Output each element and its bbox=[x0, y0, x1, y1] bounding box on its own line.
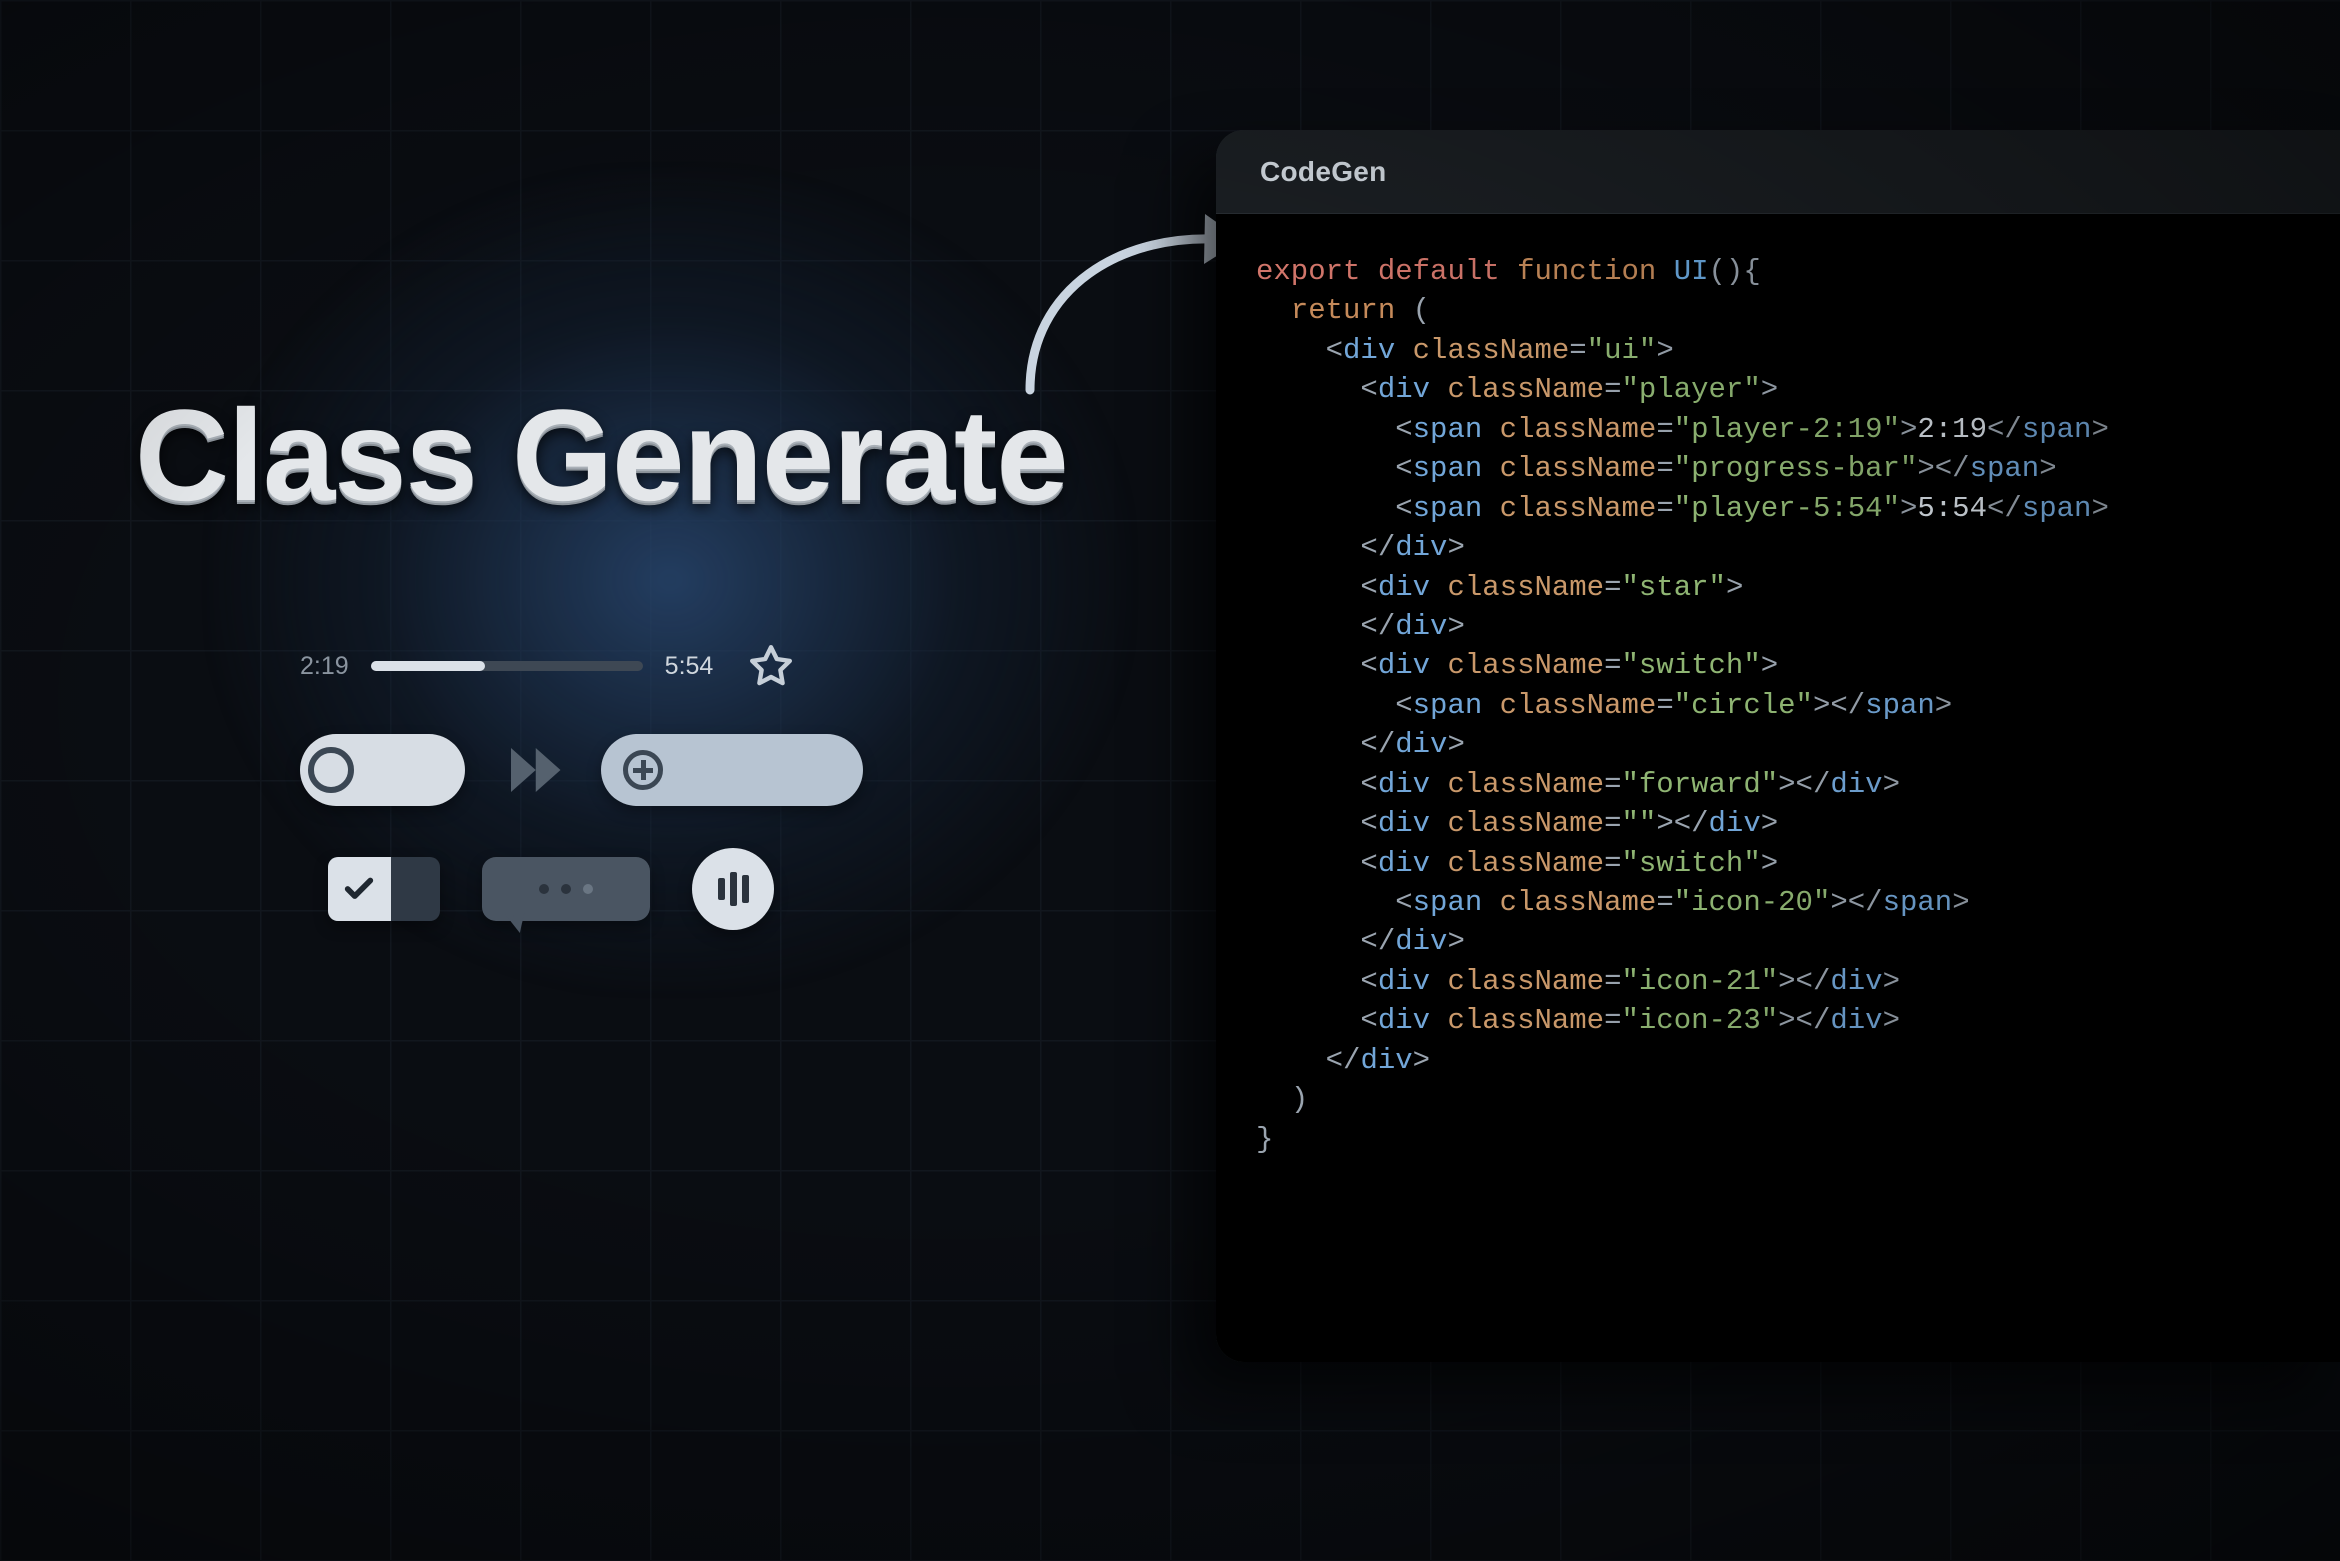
dot-icon bbox=[583, 884, 593, 894]
chat-bubble[interactable] bbox=[482, 857, 650, 921]
circle-icon bbox=[308, 747, 354, 793]
player-elapsed: 2:19 bbox=[300, 652, 349, 681]
star-icon[interactable] bbox=[747, 642, 795, 690]
code-panel: CodeGen export default function UI(){ re… bbox=[1216, 130, 2340, 1362]
check-icon bbox=[342, 872, 376, 906]
chart-button[interactable] bbox=[692, 848, 774, 930]
bar-icon bbox=[718, 878, 725, 900]
toggle-switch[interactable] bbox=[300, 734, 465, 806]
panel-title: CodeGen bbox=[1260, 156, 1387, 188]
panel-titlebar: CodeGen bbox=[1216, 130, 2340, 214]
bar-icon bbox=[730, 872, 737, 906]
checkbox-toggle[interactable] bbox=[328, 857, 440, 921]
page-title: Class Generate bbox=[135, 380, 1068, 530]
fast-forward-icon[interactable] bbox=[495, 737, 571, 803]
dot-icon bbox=[539, 884, 549, 894]
widget-cluster: 2:19 5:54 bbox=[300, 636, 1060, 930]
plus-icon bbox=[623, 750, 663, 790]
audio-player: 2:19 5:54 bbox=[300, 636, 1060, 696]
progress-track[interactable] bbox=[371, 661, 643, 671]
add-pill-button[interactable] bbox=[601, 734, 863, 806]
progress-fill bbox=[371, 661, 485, 671]
code-block: export default function UI(){ return ( <… bbox=[1216, 214, 2340, 1362]
dot-icon bbox=[561, 884, 571, 894]
bar-icon bbox=[742, 875, 749, 903]
player-total: 5:54 bbox=[665, 652, 714, 681]
